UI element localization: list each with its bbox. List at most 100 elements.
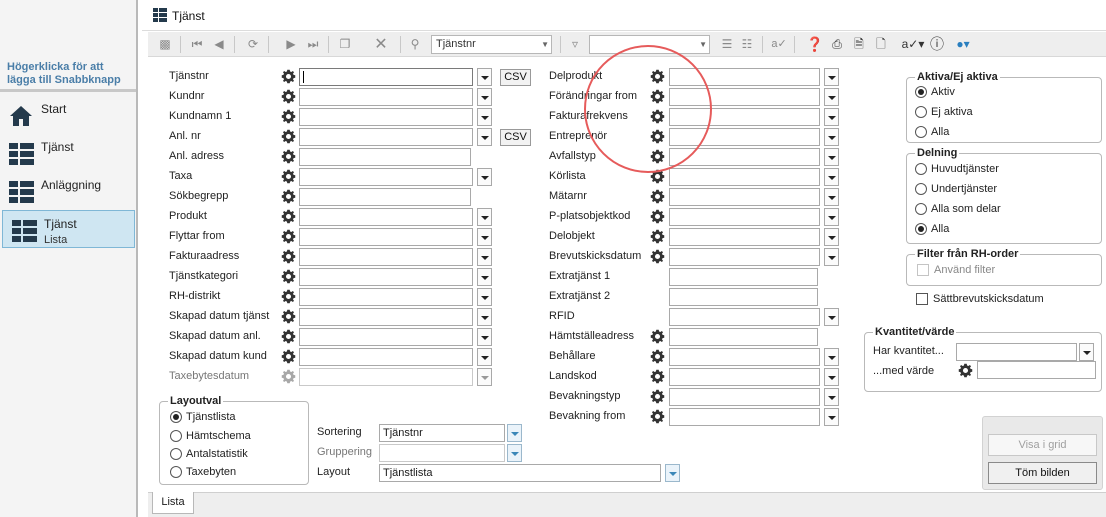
search-icon[interactable]: ⚲ [406,35,424,54]
next-record-icon[interactable]: ▶ [282,35,300,54]
tjanstnr-dropdown[interactable] [477,68,492,86]
radio-hamtschema[interactable]: Hämtschema [170,430,251,443]
brevutskicksdatum-input[interactable] [669,248,820,266]
avfallstyp-input[interactable] [669,148,820,166]
gear-icon[interactable] [650,409,665,424]
gear-icon[interactable] [650,369,665,384]
hamtstalleadress-input[interactable] [669,328,818,346]
radio-alla-som-delar[interactable]: Alla som delar [915,203,1001,216]
gear-icon[interactable] [281,289,296,304]
gear-icon[interactable] [281,369,296,384]
rfid-dropdown[interactable] [824,308,839,326]
rh-distrikt-input[interactable] [299,288,473,306]
sidebar-item-anlaggning[interactable]: Anläggning [0,172,136,210]
skapad-datum-tjanst-dropdown[interactable] [477,308,492,326]
korlista-dropdown[interactable] [824,168,839,186]
delprodukt-dropdown[interactable] [824,68,839,86]
print-icon[interactable]: ⎙ [828,35,846,54]
gear-icon[interactable] [650,209,665,224]
gear-icon[interactable] [281,309,296,324]
gear-icon[interactable] [650,109,665,124]
gear-icon[interactable] [281,349,296,364]
gear-icon[interactable] [650,149,665,164]
gear-icon[interactable] [650,229,665,244]
gear-icon[interactable] [650,189,665,204]
avfallstyp-dropdown[interactable] [824,148,839,166]
anl-nr-input[interactable] [299,128,473,146]
tab-lista[interactable]: Lista [152,492,194,514]
matarnr-dropdown[interactable] [824,188,839,206]
sokbegrepp-input[interactable] [299,188,471,206]
bevakningstyp-dropdown[interactable] [824,388,839,406]
tjanstkategori-input[interactable] [299,268,473,286]
gear-icon[interactable] [281,329,296,344]
gear-icon[interactable] [650,69,665,84]
sidebar-item-tjanst-lista[interactable]: Tjänst Lista [2,210,135,248]
gear-icon[interactable] [958,363,973,378]
delobjekt-input[interactable] [669,228,820,246]
kundnr-input[interactable] [299,88,473,106]
sidebar-item-tjanst[interactable]: Tjänst [0,134,136,172]
produkt-dropdown[interactable] [477,208,492,226]
gear-icon[interactable] [650,349,665,364]
rfid-input[interactable] [669,308,820,326]
fakturafrekvens-dropdown[interactable] [824,108,839,126]
tjanstkategori-dropdown[interactable] [477,268,492,286]
gruppering-input[interactable] [379,444,505,462]
behallare-input[interactable] [669,348,820,366]
har-kvantitet-dropdown[interactable] [1079,343,1094,361]
tom-bilden-button[interactable]: Töm bilden [988,462,1097,484]
med-varde-input[interactable] [977,361,1096,379]
entreprenor-input[interactable] [669,128,820,146]
use-filter-checkbox[interactable]: Använd filter [917,264,995,277]
gear-icon[interactable] [281,209,296,224]
radio-ej-aktiva[interactable]: Ej aktiva [915,106,973,119]
tjanstnr-csv-button[interactable]: CSV [500,69,531,86]
delete-icon[interactable]: ✕ [372,35,390,54]
p-platsobjektkod-dropdown[interactable] [824,208,839,226]
delobjekt-dropdown[interactable] [824,228,839,246]
fakturaadress-dropdown[interactable] [477,248,492,266]
matarnr-input[interactable] [669,188,820,206]
skapad-datum-kund-dropdown[interactable] [477,348,492,366]
filter-options-icon[interactable]: ☰ [718,35,736,54]
satt-brevutskicksdatum-checkbox[interactable]: Sättbrevutskicksdatum [916,293,1044,306]
sidebar-item-start[interactable]: Start [0,96,136,134]
skapad-datum-anl-dropdown[interactable] [477,328,492,346]
gear-icon[interactable] [281,249,296,264]
gear-icon[interactable] [281,269,296,284]
gear-icon[interactable] [650,389,665,404]
gruppering-dropdown[interactable] [507,444,522,462]
gear-icon[interactable] [650,89,665,104]
taxebytesdatum-input[interactable] [299,368,473,386]
taxebytesdatum-dropdown[interactable] [477,368,492,386]
gear-icon[interactable] [281,229,296,244]
gear-icon[interactable] [650,329,665,344]
har-kvantitet-input[interactable] [956,343,1077,361]
taxa-input[interactable] [299,168,473,186]
radio-antalstatistik[interactable]: Antalstatistik [170,448,248,461]
export-icon[interactable]: ▩ [156,35,174,54]
gear-icon[interactable] [281,129,296,144]
gear-icon[interactable] [650,169,665,184]
layout-dropdown[interactable] [665,464,680,482]
fakturaadress-input[interactable] [299,248,473,266]
new-record-icon[interactable]: ❐ [336,35,354,54]
bevakningstyp-input[interactable] [669,388,820,406]
radio-huvudtjanster[interactable]: Huvudtjänster [915,163,999,176]
bevakning-from-dropdown[interactable] [824,408,839,426]
first-record-icon[interactable]: ⏮ [188,35,206,54]
flyttar-from-dropdown[interactable] [477,228,492,246]
kundnamn-1-input[interactable] [299,108,473,126]
bevakning-from-input[interactable] [669,408,820,426]
radio-alla[interactable]: Alla [915,126,949,139]
filter-select[interactable]: ▼ [589,35,710,54]
landskod-input[interactable] [669,368,820,386]
anl-nr-csv-button[interactable]: CSV [500,129,531,146]
landskod-dropdown[interactable] [824,368,839,386]
gear-icon[interactable] [281,169,296,184]
anl-nr-dropdown[interactable] [477,128,492,146]
gear-icon[interactable] [650,249,665,264]
delprodukt-input[interactable] [669,68,820,86]
kundnr-dropdown[interactable] [477,88,492,106]
